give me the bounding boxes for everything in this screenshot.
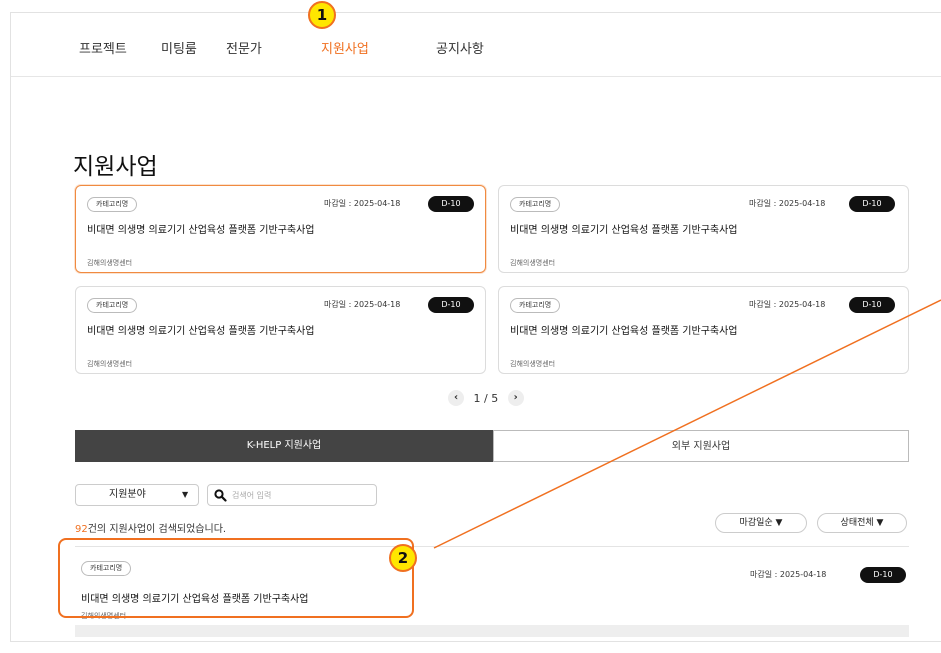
annotation-highlight-box [58,538,414,618]
annotation-badge-2: 2 [389,544,417,572]
annotation-badge-1: 1 [308,1,336,29]
